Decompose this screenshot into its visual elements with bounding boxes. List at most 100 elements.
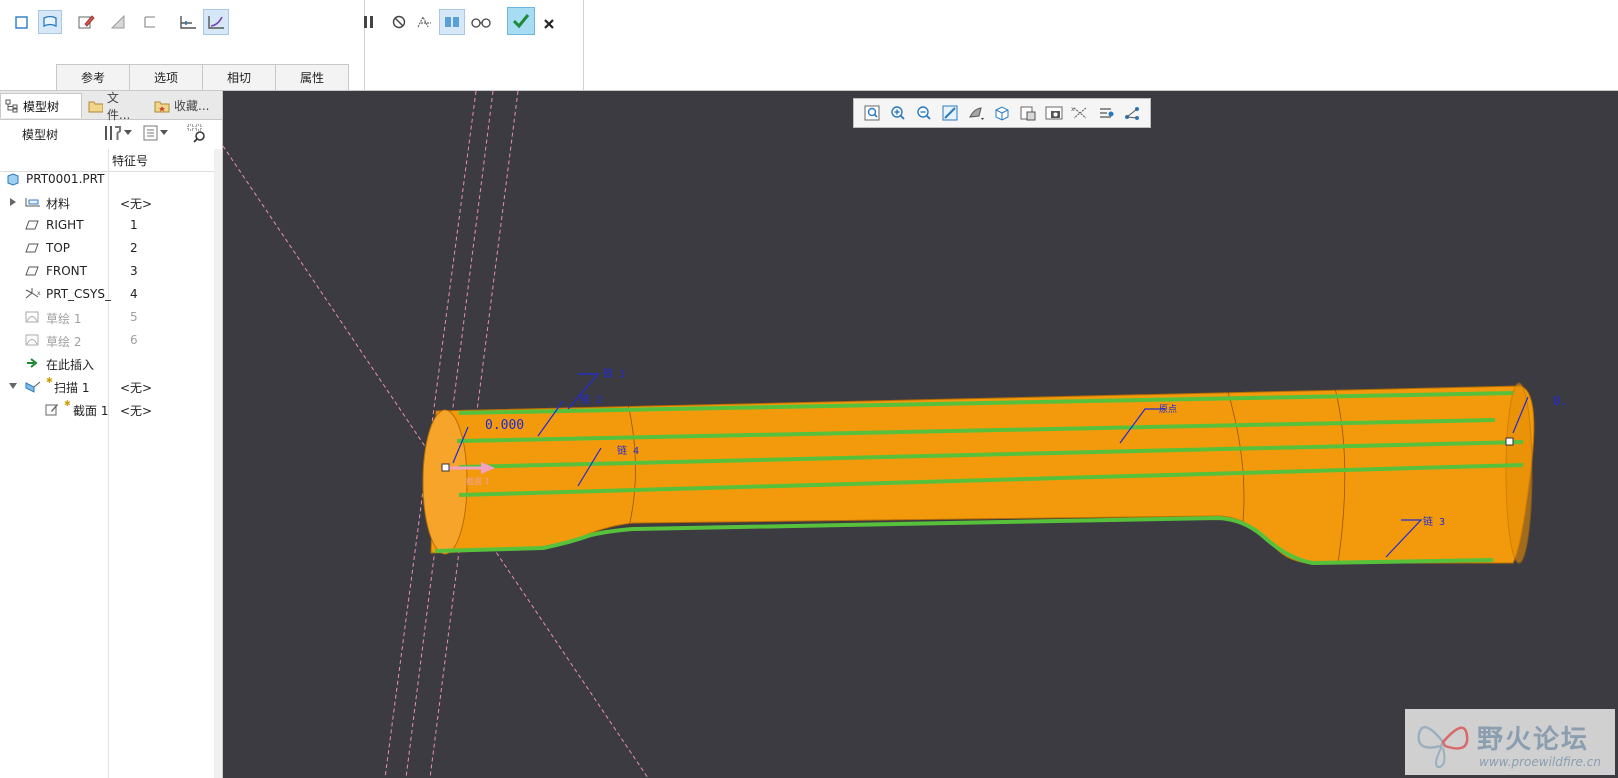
- tree-row-sketch-1[interactable]: 草绘 1 5: [0, 306, 214, 328]
- tree-row-label: 材料: [46, 197, 71, 211]
- dimension-left-value[interactable]: 0.000: [485, 418, 524, 433]
- tree-row-feature-number: 2: [130, 241, 138, 255]
- new-feature-marker-icon: ✱: [46, 376, 53, 385]
- material-icon: [25, 198, 40, 207]
- datum-display-icon[interactable]: x: [1068, 102, 1091, 124]
- tree-row-part[interactable]: PRT0001.PRT: [0, 168, 214, 190]
- navigator-panel: 模型树 文件... 收藏... 模型树 特征号 PRT0001.PRT 材料 <…: [0, 91, 223, 778]
- repaint-icon[interactable]: [938, 102, 961, 124]
- tree-row-sweep[interactable]: ✱ 扫描 1 <无>: [0, 375, 214, 397]
- tree-row-front[interactable]: FRONT 3: [0, 260, 214, 282]
- tab-folder-browser[interactable]: 文件...: [84, 91, 144, 122]
- tab-favorites[interactable]: 收藏...: [150, 93, 220, 118]
- thin-icon[interactable]: [138, 10, 162, 34]
- tree-row-sketch-2[interactable]: 草绘 2 6: [0, 329, 214, 351]
- chain-4-label[interactable]: 链 4: [617, 442, 639, 457]
- variable-section-icon[interactable]: [203, 9, 229, 35]
- svg-text:x: x: [37, 290, 41, 297]
- confirm-icon[interactable]: [507, 7, 535, 35]
- display-style-icon[interactable]: [964, 102, 987, 124]
- pause-icon[interactable]: [357, 10, 381, 34]
- zoom-in-icon[interactable]: [886, 102, 909, 124]
- model-tree-icon: [5, 99, 18, 113]
- part-icon: [7, 173, 19, 186]
- tree-row-label: TOP: [46, 241, 71, 255]
- tree-row-csys[interactable]: x PRT_CSYS_ 4: [0, 283, 214, 305]
- spin-center-icon[interactable]: [1094, 102, 1117, 124]
- show-dropdown[interactable]: [142, 122, 176, 144]
- tree-row-label: 草绘 1: [46, 312, 82, 326]
- tree-row-right[interactable]: RIGHT 1: [0, 214, 214, 236]
- preview-group: [364, 0, 584, 90]
- verify-preview-icon[interactable]: [439, 9, 465, 35]
- sweep-icon: [25, 381, 41, 393]
- tree-row-label: 截面 1: [73, 404, 109, 418]
- section-icon: [45, 404, 58, 416]
- origin-label[interactable]: 原点: [1159, 402, 1177, 415]
- tab-properties[interactable]: 属性: [275, 64, 349, 90]
- tree-row-top[interactable]: TOP 2: [0, 237, 214, 259]
- expand-arrow-icon[interactable]: [10, 198, 17, 206]
- navigator-tabs: 模型树 文件... 收藏...: [0, 91, 222, 122]
- constant-section-icon[interactable]: [176, 10, 200, 34]
- model-canvas[interactable]: [223, 91, 1618, 778]
- sketch-edit-icon[interactable]: [74, 10, 98, 34]
- tree-row-label: FRONT: [46, 264, 87, 278]
- datum-plane-icon: [25, 243, 39, 253]
- tree-row-feature-number: <无>: [120, 404, 153, 418]
- tree-row-section[interactable]: ✱ 截面 1 <无>: [0, 398, 214, 420]
- refit-icon[interactable]: [860, 102, 883, 124]
- list-icon: [143, 125, 158, 141]
- model-tree-label: 模型树: [22, 128, 59, 142]
- zoom-out-icon[interactable]: [912, 102, 935, 124]
- section-label: 截面 1: [466, 477, 490, 486]
- tree-row-feature-number: 6: [130, 333, 138, 347]
- datum-plane-icon: [25, 220, 39, 230]
- watermark-title: 野火论坛: [1477, 725, 1590, 755]
- tools-icon: [105, 126, 121, 140]
- graphics-window[interactable]: 链 1 链 2 链 4 原点 链 3 0.000 0. 截面 1: [223, 91, 1618, 778]
- tree-row-feature-number: 3: [130, 264, 138, 278]
- collapse-arrow-icon[interactable]: [9, 383, 18, 390]
- tab-references[interactable]: 参考: [56, 64, 130, 90]
- tab-model-tree[interactable]: 模型树: [0, 93, 82, 118]
- folder-icon: [88, 101, 103, 112]
- sweep-body[interactable]: [422, 382, 1535, 566]
- chevron-down-icon: [160, 130, 168, 135]
- tree-row-insert-here[interactable]: 在此插入: [0, 352, 214, 374]
- tree-row-feature-number: 1: [130, 218, 138, 232]
- chain-2-label[interactable]: 链 2: [580, 391, 602, 406]
- remove-material-icon[interactable]: [106, 10, 130, 34]
- sketch-icon: [25, 334, 39, 346]
- new-feature-marker-icon: ✱: [64, 399, 71, 408]
- sketch-icon: [25, 311, 39, 323]
- tree-row-feature-number: 5: [130, 310, 138, 324]
- tree-row-label: 扫描 1: [54, 381, 90, 395]
- tree-filter-button[interactable]: [186, 123, 208, 145]
- tree-row-label: 在此插入: [46, 358, 95, 372]
- graphics-toolbar: x: [853, 98, 1151, 128]
- dimension-right-value[interactable]: 0.: [1553, 394, 1567, 408]
- cancel-icon[interactable]: [537, 12, 561, 36]
- perspective-icon[interactable]: [1042, 102, 1065, 124]
- surface-icon[interactable]: [38, 10, 62, 34]
- view-manager-icon[interactable]: [1016, 102, 1039, 124]
- tree-row-feature-number: 4: [130, 287, 138, 301]
- tree-row-label: PRT0001.PRT: [26, 172, 105, 186]
- tab-tangency[interactable]: 相切: [202, 64, 276, 90]
- chain-3-label[interactable]: 链 3: [1423, 513, 1445, 528]
- tree-row-material[interactable]: 材料 <无>: [0, 191, 214, 213]
- geometry-preview-icon[interactable]: [413, 10, 437, 34]
- saved-orientations-icon[interactable]: [990, 102, 1013, 124]
- annotation-display-icon[interactable]: [1120, 102, 1143, 124]
- ribbon: 参考 选项 相切 属性: [0, 0, 1618, 91]
- vertical-scrollbar[interactable]: [214, 149, 222, 778]
- chain-1-label[interactable]: 链 1: [603, 365, 625, 380]
- insert-here-icon: [27, 358, 38, 368]
- feature-number-column-header[interactable]: 特征号: [112, 152, 148, 169]
- tab-options[interactable]: 选项: [129, 64, 203, 90]
- settings-dropdown[interactable]: [102, 122, 136, 144]
- no-preview-icon[interactable]: [387, 10, 411, 34]
- glasses-icon[interactable]: [469, 10, 493, 34]
- solid-icon[interactable]: [10, 10, 34, 34]
